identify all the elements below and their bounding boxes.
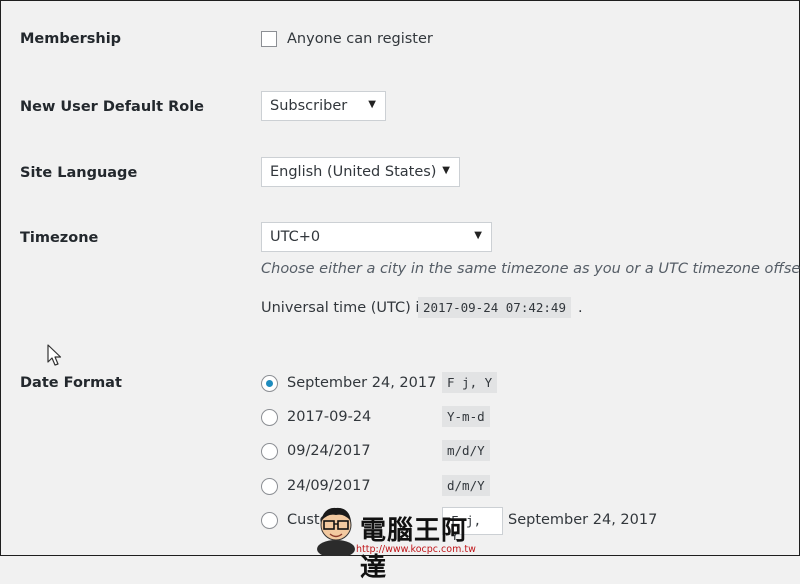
- anyone-can-register-label[interactable]: Anyone can register: [287, 31, 433, 47]
- site-watermark: 電腦王阿達 http://www.kocpc.com.tw: [316, 503, 488, 583]
- date-format-code: d/m/Y: [442, 475, 490, 496]
- date-format-option-label[interactable]: September 24, 2017: [287, 375, 436, 391]
- date-format-radio-4[interactable]: [261, 478, 278, 495]
- site-language-value: English (United States): [270, 164, 437, 180]
- site-language-select[interactable]: English (United States) ▼: [261, 157, 460, 187]
- utc-time-suffix: .: [578, 300, 583, 316]
- membership-label: Membership: [20, 31, 122, 47]
- watermark-mascot-icon: [317, 507, 355, 556]
- timezone-value: UTC+0: [270, 229, 321, 245]
- dropdown-arrow-icon: ▼: [368, 99, 376, 110]
- timezone-select[interactable]: UTC+0 ▼: [261, 222, 492, 252]
- date-format-code: Y-m-d: [442, 406, 490, 427]
- site-language-label: Site Language: [20, 165, 138, 181]
- date-format-option-label[interactable]: 09/24/2017: [287, 443, 371, 459]
- date-format-code: F j, Y: [442, 372, 498, 393]
- date-format-code: m/d/Y: [442, 440, 490, 461]
- radio-selected-dot: [266, 380, 273, 387]
- default-role-select[interactable]: Subscriber ▼: [261, 91, 386, 121]
- date-format-radio-custom[interactable]: [261, 512, 278, 529]
- date-format-label: Date Format: [20, 375, 122, 391]
- date-format-radio-1[interactable]: [261, 375, 278, 392]
- date-format-radio-3[interactable]: [261, 443, 278, 460]
- screenshot-frame: [0, 0, 800, 556]
- default-role-value: Subscriber: [270, 98, 348, 114]
- timezone-label: Timezone: [20, 230, 99, 246]
- dropdown-arrow-icon: ▼: [442, 165, 450, 176]
- custom-date-format-preview: September 24, 2017: [508, 512, 658, 528]
- watermark-url: http://www.kocpc.com.tw: [356, 544, 476, 555]
- utc-time-value: 2017-09-24 07:42:49: [418, 297, 571, 318]
- utc-time-prefix: Universal time (UTC) is: [261, 300, 427, 316]
- dropdown-arrow-icon: ▼: [474, 230, 482, 241]
- timezone-description: Choose either a city in the same timezon…: [261, 261, 800, 277]
- date-format-option-label[interactable]: 2017-09-24: [287, 409, 371, 425]
- anyone-can-register-checkbox[interactable]: [261, 31, 277, 47]
- date-format-option-label[interactable]: 24/09/2017: [287, 478, 371, 494]
- default-role-label: New User Default Role: [20, 99, 205, 115]
- date-format-radio-2[interactable]: [261, 409, 278, 426]
- mouse-cursor-icon: [47, 344, 62, 366]
